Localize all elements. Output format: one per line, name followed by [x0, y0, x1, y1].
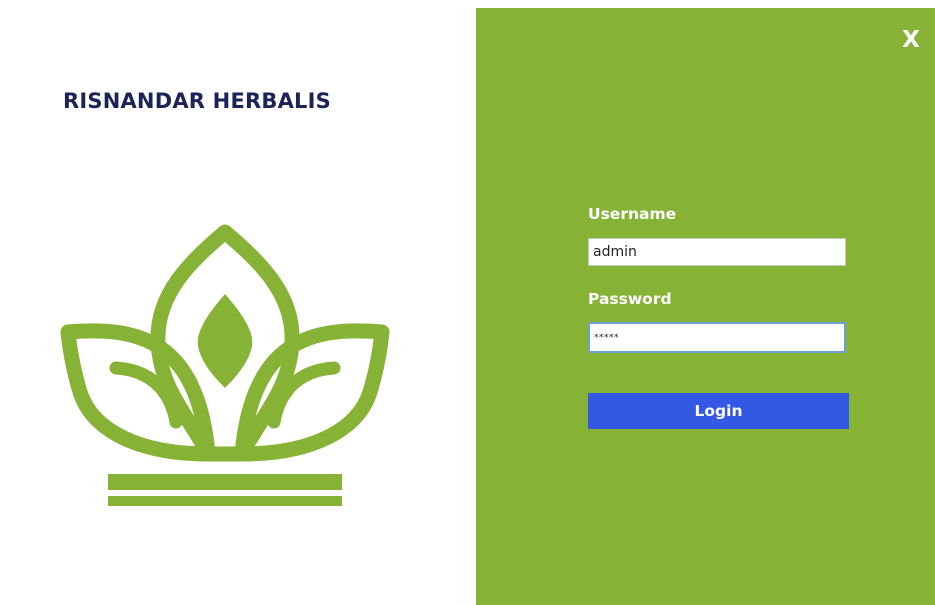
- crown-leaf-logo-icon: [60, 224, 390, 506]
- brand-title: RISNANDAR HERBALIS: [63, 89, 331, 113]
- login-panel: X Username Password Login: [476, 8, 935, 605]
- close-button[interactable]: X: [899, 26, 923, 54]
- username-label: Username: [588, 205, 677, 223]
- username-input[interactable]: [588, 238, 846, 266]
- password-label: Password: [588, 290, 672, 308]
- brand-pane: RISNANDAR HERBALIS: [0, 0, 476, 605]
- password-input[interactable]: [588, 322, 846, 353]
- login-button[interactable]: Login: [588, 393, 849, 429]
- login-window: RISNANDAR HERBALIS X Username admin Pass…: [0, 0, 935, 605]
